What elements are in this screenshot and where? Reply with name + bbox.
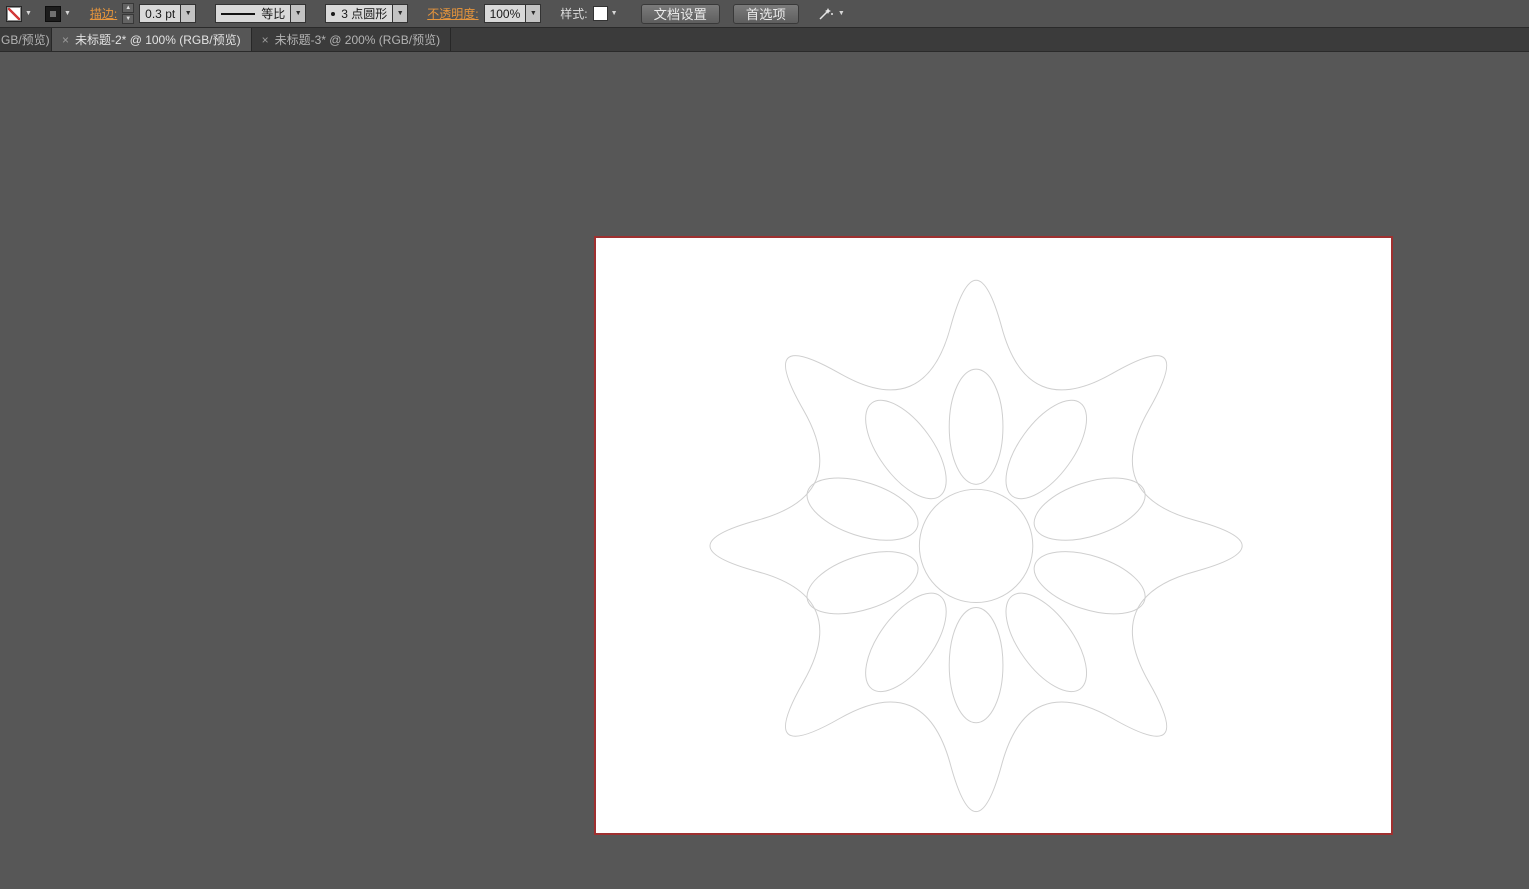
flower-petal-shape[interactable] [949,608,1003,723]
fill-dropdown-icon[interactable]: ▼ [25,10,32,17]
document-setup-button[interactable]: 文档设置 [641,4,720,24]
brush-definition-select[interactable]: 3 点圆形 [325,4,393,23]
stroke-profile-preview [221,13,255,15]
close-tab-icon[interactable]: × [262,34,269,46]
width-profile-label: 等比 [261,5,285,22]
select-similar-dropdown-icon[interactable]: ▼ [838,10,845,17]
flower-petal-shape[interactable] [991,387,1102,512]
stroke-dropdown-icon[interactable]: ▼ [64,10,71,17]
graphic-style-swatch[interactable] [593,6,608,21]
stroke-width-increase-icon[interactable]: ▲ [122,3,134,13]
stroke-width-decrease-icon[interactable]: ▼ [122,14,134,24]
tab-label: 未标题-2* @ 100% (RGB/预览) [75,31,241,48]
graphic-style-dropdown-icon[interactable]: ▼ [611,10,618,17]
brush-preview-dot-icon [331,12,335,16]
preferences-button[interactable]: 首选项 [733,4,799,24]
flower-petal-shape[interactable] [850,580,961,705]
flower-center-circle[interactable] [919,489,1032,602]
document-tabbar: GB/预览) × 未标题-2* @ 100% (RGB/预览) × 未标题-3*… [0,28,1529,52]
tab-label: 未标题-3* @ 200% (RGB/预览) [275,31,441,48]
select-similar-icon[interactable] [818,7,834,21]
opacity-control: 100% ▼ [484,4,542,23]
width-profile-select[interactable]: 等比 [215,4,291,23]
brush-definition-control: 3 点圆形 ▼ [325,4,408,23]
flower-petal-shape[interactable] [799,539,925,626]
stroke-label[interactable]: 描边: [90,5,117,22]
flower-drawing[interactable] [596,238,1391,833]
artboard[interactable] [594,236,1393,835]
stroke-width-stepper: ▲ ▼ [122,3,134,24]
stroke-width-control: 0.3 pt ▼ [139,4,196,23]
stroke-color-swatch[interactable] [45,6,61,22]
style-label: 样式: [560,5,587,22]
width-profile-control: 等比 ▼ [215,4,306,23]
flower-petal-shape[interactable] [799,466,925,553]
flower-petal-shape[interactable] [1026,539,1152,626]
width-profile-dropdown-icon[interactable]: ▼ [291,4,306,23]
fill-color-swatch[interactable] [6,6,22,22]
document-tab-1[interactable]: GB/预览) [0,28,52,51]
stroke-width-input[interactable]: 0.3 pt [139,4,181,23]
flower-petal-shape[interactable] [991,580,1102,705]
flower-petal-shape[interactable] [949,369,1003,484]
stroke-color-control: ▼ [45,6,71,22]
graphic-style-control: ▼ [593,6,618,21]
close-tab-icon[interactable]: × [62,34,69,46]
opacity-label[interactable]: 不透明度: [427,5,478,22]
flower-petal-shape[interactable] [1026,466,1152,553]
opacity-dropdown-icon[interactable]: ▼ [526,4,541,23]
canvas-area[interactable] [0,52,1529,889]
control-bar: ▼ ▼ 描边: ▲ ▼ 0.3 pt ▼ 等比 ▼ 3 点圆形 ▼ 不透明度: … [0,0,1529,28]
fill-color-control: ▼ [6,6,32,22]
flower-petal-shape[interactable] [850,387,961,512]
document-tab-3[interactable]: × 未标题-3* @ 200% (RGB/预览) [252,28,452,51]
select-similar-control: ▼ [818,7,845,21]
brush-dropdown-icon[interactable]: ▼ [393,4,408,23]
document-tab-2[interactable]: × 未标题-2* @ 100% (RGB/预览) [52,28,252,51]
outer-star-shape[interactable] [710,280,1242,811]
brush-definition-label: 3 点圆形 [341,5,387,22]
opacity-input[interactable]: 100% [484,4,527,23]
stroke-width-dropdown-icon[interactable]: ▼ [181,4,196,23]
tab-label: GB/预览) [1,31,50,48]
